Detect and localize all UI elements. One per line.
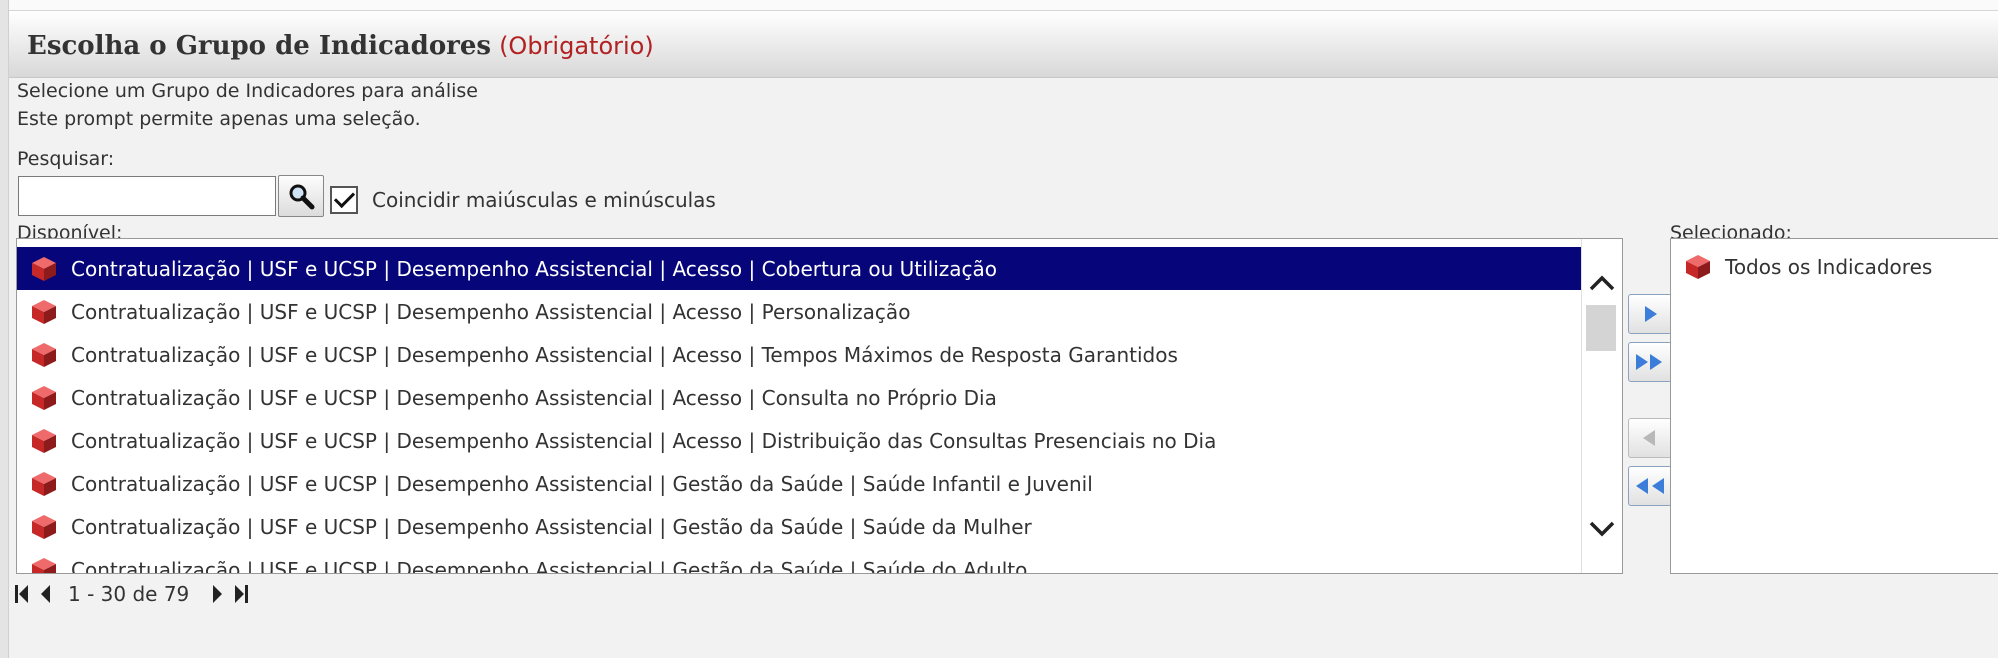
list-item-label: Contratualização | USF e UCSP | Desempen… bbox=[71, 342, 1178, 367]
prompt-header: Escolha o Grupo de Indicadores (Obrigatór… bbox=[9, 11, 1998, 78]
list-item-label: Contratualização | USF e UCSP | Desempen… bbox=[71, 299, 911, 324]
scroll-thumb[interactable] bbox=[1586, 305, 1616, 351]
list-item-label: Contratualização | USF e UCSP | Desempen… bbox=[71, 428, 1217, 453]
selected-item[interactable]: Todos os Indicadores bbox=[1671, 253, 1932, 281]
magnifier-icon bbox=[289, 184, 315, 210]
window-left-border bbox=[0, 0, 9, 658]
move-left-button[interactable] bbox=[1628, 418, 1672, 458]
list-item-label: Contratualização | USF e UCSP | Desempen… bbox=[71, 514, 1032, 539]
window-top-border bbox=[0, 0, 1998, 11]
search-button[interactable] bbox=[278, 175, 324, 217]
cube-icon bbox=[32, 299, 56, 324]
double-arrow-left-icon bbox=[1636, 478, 1664, 494]
first-page-icon[interactable] bbox=[14, 583, 30, 605]
cube-icon bbox=[32, 385, 56, 410]
prompt-title-text: Escolha o Grupo de Indicadores bbox=[27, 31, 492, 61]
previous-page-icon[interactable] bbox=[38, 583, 52, 605]
list-scrollbar[interactable] bbox=[1581, 239, 1622, 573]
last-page-icon[interactable] bbox=[233, 583, 249, 605]
arrow-left-icon bbox=[1643, 430, 1655, 446]
list-item-label: Contratualização | USF e UCSP | Desempen… bbox=[71, 256, 998, 281]
list-item[interactable]: Contratualização | USF e UCSP | Desempen… bbox=[17, 333, 1581, 376]
move-all-left-button[interactable] bbox=[1628, 466, 1672, 506]
prompt-description-line2: Este prompt permite apenas uma seleção. bbox=[17, 108, 421, 130]
required-marker: (Obrigatório) bbox=[499, 32, 654, 60]
list-item-label: Contratualização | USF e UCSP | Desempen… bbox=[71, 385, 997, 410]
selected-list[interactable]: Todos os Indicadores bbox=[1670, 238, 1998, 574]
available-list[interactable]: Contratualização | USF e UCSP | Desempen… bbox=[16, 238, 1623, 574]
cube-icon bbox=[32, 471, 56, 496]
cube-icon bbox=[32, 428, 56, 453]
arrow-right-icon bbox=[1645, 306, 1657, 322]
next-page-icon[interactable] bbox=[211, 583, 225, 605]
match-case-label: Coincidir maiúsculas e minúsculas bbox=[372, 188, 716, 212]
search-label: Pesquisar: bbox=[17, 148, 115, 170]
pager-text: 1 - 30 de 79 bbox=[68, 582, 190, 606]
list-item[interactable]: Contratualização | USF e UCSP | Desempen… bbox=[17, 376, 1581, 419]
match-case-checkbox[interactable] bbox=[330, 186, 358, 214]
cube-icon bbox=[1686, 255, 1710, 279]
cube-icon bbox=[32, 514, 56, 539]
move-right-button[interactable] bbox=[1628, 294, 1672, 334]
list-item[interactable]: Contratualização | USF e UCSP | Desempen… bbox=[17, 505, 1581, 548]
chevron-down-icon[interactable] bbox=[1588, 519, 1616, 539]
list-item[interactable]: Contratualização | USF e UCSP | Desempen… bbox=[17, 462, 1581, 505]
cube-icon bbox=[32, 557, 56, 573]
list-item[interactable]: Contratualização | USF e UCSP | Desempen… bbox=[17, 419, 1581, 462]
prompt-title: Escolha o Grupo de Indicadores (Obrigatór… bbox=[27, 31, 654, 61]
search-input[interactable] bbox=[18, 176, 276, 216]
double-arrow-right-icon bbox=[1636, 354, 1662, 370]
prompt-description-line1: Selecione um Grupo de Indicadores para a… bbox=[17, 80, 478, 102]
cube-icon bbox=[32, 342, 56, 367]
list-item-label: Contratualização | USF e UCSP | Desempen… bbox=[71, 471, 1093, 496]
chevron-up-icon[interactable] bbox=[1588, 273, 1616, 293]
pagination: 1 - 30 de 79 bbox=[14, 580, 257, 608]
move-all-right-button[interactable] bbox=[1628, 342, 1672, 382]
list-item[interactable]: Contratualização | USF e UCSP | Desempen… bbox=[17, 290, 1581, 333]
list-item-label: Contratualização | USF e UCSP | Desempen… bbox=[71, 557, 1028, 574]
list-item[interactable]: Contratualização | USF e UCSP | Desempen… bbox=[17, 247, 1581, 290]
cube-icon bbox=[32, 256, 56, 281]
selected-item-label: Todos os Indicadores bbox=[1725, 255, 1933, 279]
list-item[interactable]: Contratualização | USF e UCSP | Desempen… bbox=[17, 548, 1581, 574]
